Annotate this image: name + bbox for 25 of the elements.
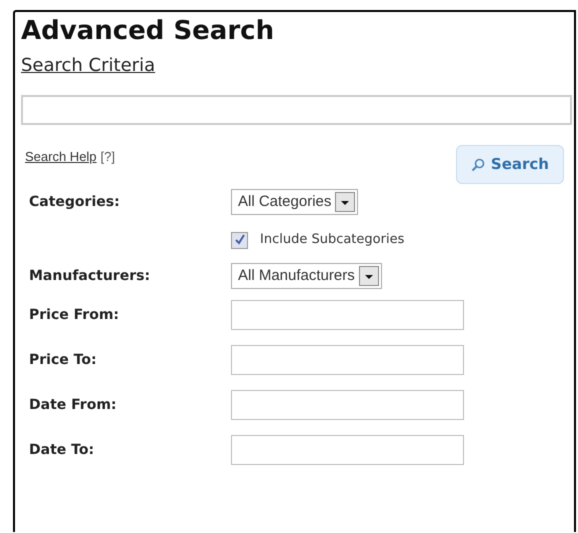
help-link[interactable]: Search Help bbox=[25, 147, 97, 166]
dropdown-value: All Categories bbox=[238, 192, 332, 212]
input-field[interactable] bbox=[231, 390, 464, 420]
checkbox-label: Include Subcategories bbox=[260, 231, 404, 250]
field-label: Date From: bbox=[29, 396, 118, 414]
checkbox[interactable] bbox=[231, 232, 248, 248]
dropdown[interactable]: All Manufacturers bbox=[231, 263, 382, 289]
field-label: Manufacturers: bbox=[29, 266, 152, 286]
field-label: Price From: bbox=[29, 306, 120, 324]
dropdown-value: All Manufacturers bbox=[238, 266, 355, 286]
input-field[interactable] bbox=[231, 300, 464, 330]
dropdown[interactable]: All Categories bbox=[231, 189, 358, 215]
search-icon bbox=[470, 158, 485, 172]
input-field[interactable] bbox=[231, 345, 464, 375]
caret-icon bbox=[335, 192, 356, 212]
search-field[interactable] bbox=[21, 95, 572, 125]
page-title: Advanced Search bbox=[21, 15, 276, 48]
field-label: Date To: bbox=[29, 440, 96, 460]
input-field[interactable] bbox=[231, 435, 464, 465]
caret-icon bbox=[358, 266, 379, 286]
section-heading: Search Criteria bbox=[21, 54, 156, 78]
search-button[interactable]: Search bbox=[456, 145, 564, 184]
help-mark: [?] bbox=[100, 148, 116, 166]
field-label: Price To: bbox=[29, 350, 98, 370]
field-label: Categories: bbox=[29, 192, 121, 212]
